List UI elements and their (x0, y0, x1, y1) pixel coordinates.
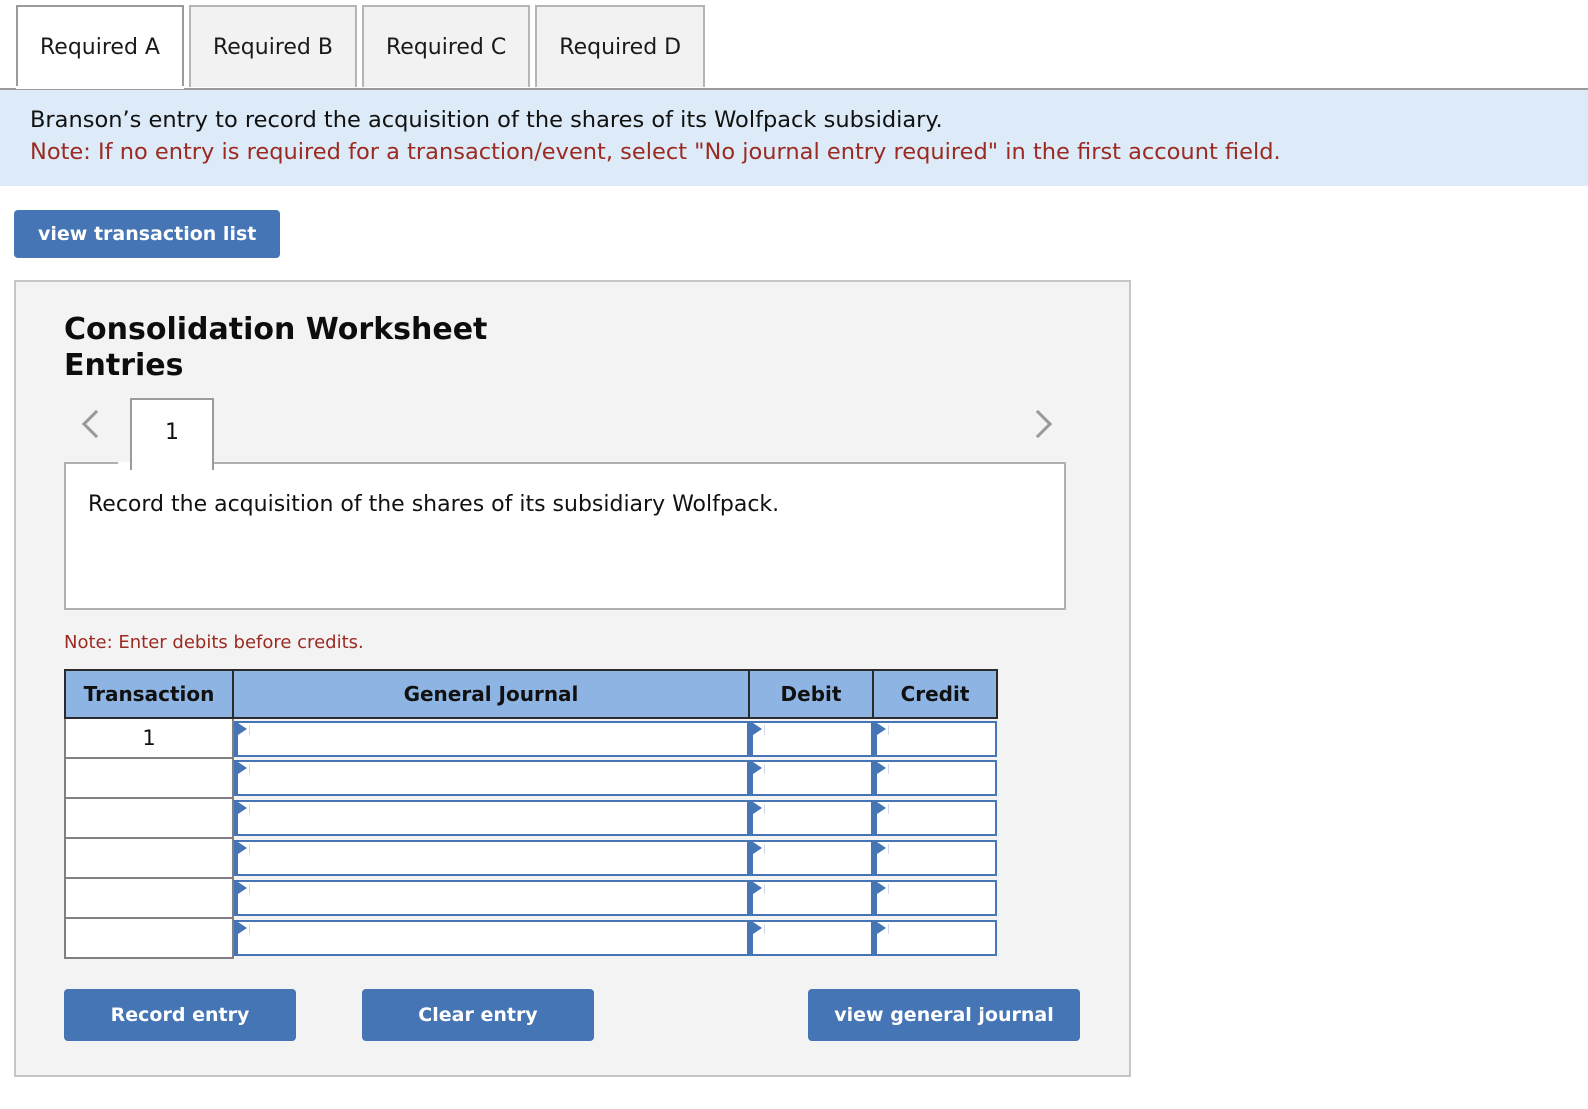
clear-entry-button[interactable]: Clear entry (362, 989, 594, 1041)
toolbar: view transaction list (0, 186, 1588, 258)
column-header-general-journal: General Journal (232, 669, 750, 719)
table-row (64, 757, 997, 799)
cell-general-journal-4[interactable] (233, 838, 749, 878)
cell-transaction-4 (64, 837, 234, 879)
entry-page-tab-1[interactable]: 1 (130, 398, 214, 470)
cell-transaction-6 (64, 917, 234, 959)
cell-debit-5[interactable] (749, 878, 873, 918)
instruction-banner: Branson’s entry to record the acquisitio… (0, 90, 1588, 186)
chevron-right-icon (1023, 409, 1053, 439)
column-header-debit: Debit (748, 669, 874, 719)
view-general-journal-button[interactable]: view general journal (808, 989, 1080, 1041)
account-select-1[interactable] (234, 720, 749, 757)
consolidation-worksheet-panel: Consolidation Worksheet Entries 1 Record… (14, 280, 1131, 1077)
cell-credit-1[interactable] (873, 718, 997, 758)
table-row (64, 877, 997, 919)
table-row (64, 917, 997, 959)
debit-input-3[interactable] (749, 800, 873, 836)
account-select-5[interactable] (234, 880, 749, 916)
cell-debit-3[interactable] (749, 798, 873, 838)
table-header-row: Transaction General Journal Debit Credit (64, 669, 998, 719)
debit-input-1[interactable] (749, 720, 873, 757)
tab-required-a-label: Required A (40, 35, 160, 60)
tab-required-c[interactable]: Required C (361, 5, 531, 87)
column-header-transaction: Transaction (64, 669, 234, 719)
cell-debit-6[interactable] (749, 918, 873, 958)
credit-input-3[interactable] (873, 800, 997, 836)
cell-transaction-3 (64, 797, 234, 839)
pager-next-button[interactable] (1018, 402, 1058, 454)
column-header-credit: Credit (872, 669, 998, 719)
cell-debit-1[interactable] (749, 718, 873, 758)
debit-input-4[interactable] (749, 840, 873, 876)
debit-input-2[interactable] (749, 760, 873, 796)
tab-required-c-label: Required C (385, 35, 507, 60)
worksheet-action-buttons: Record entry Clear entry view general jo… (64, 989, 1084, 1041)
entry-description-box: Record the acquisition of the shares of … (64, 462, 1066, 610)
cell-debit-4[interactable] (749, 838, 873, 878)
account-select-3[interactable] (234, 800, 749, 836)
tab-required-d[interactable]: Required D (535, 5, 706, 87)
cell-general-journal-2[interactable] (233, 758, 749, 798)
cell-transaction-1: 1 (64, 717, 234, 759)
entry-page-tab-1-label: 1 (165, 420, 179, 445)
instruction-note: Note: If no entry is required for a tran… (30, 139, 1281, 165)
table-row: 1 (64, 717, 997, 759)
pager-prev-button[interactable] (76, 402, 116, 454)
cell-transaction-2 (64, 757, 234, 799)
tab-required-a[interactable]: Required A (15, 5, 184, 89)
entry-pager: 1 (64, 392, 1066, 470)
account-select-4[interactable] (234, 840, 749, 876)
cell-credit-2[interactable] (873, 758, 997, 798)
panel-title: Consolidation Worksheet Entries (64, 312, 488, 383)
tab-required-b-label: Required B (212, 35, 333, 60)
credit-input-1[interactable] (873, 720, 997, 757)
credit-input-4[interactable] (873, 840, 997, 876)
credit-input-2[interactable] (873, 760, 997, 796)
tab-required-b[interactable]: Required B (188, 5, 357, 87)
entry-description-text: Record the acquisition of the shares of … (88, 492, 780, 517)
table-row (64, 837, 997, 879)
general-journal-table: Transaction General Journal Debit Credit… (64, 669, 998, 959)
cell-general-journal-3[interactable] (233, 798, 749, 838)
cell-debit-2[interactable] (749, 758, 873, 798)
view-transaction-list-button[interactable]: view transaction list (14, 210, 281, 258)
tab-required-d-label: Required D (559, 35, 682, 60)
debits-before-credits-note: Note: Enter debits before credits. (64, 632, 364, 653)
credit-input-5[interactable] (873, 880, 997, 916)
account-select-6[interactable] (234, 920, 749, 956)
account-select-2[interactable] (234, 760, 749, 796)
table-row (64, 797, 997, 839)
required-tab-strip: Required A Required B Required C Require… (0, 0, 1588, 90)
cell-credit-3[interactable] (873, 798, 997, 838)
cell-credit-6[interactable] (873, 918, 997, 958)
cell-credit-5[interactable] (873, 878, 997, 918)
debit-input-6[interactable] (749, 920, 873, 956)
credit-input-6[interactable] (873, 920, 997, 956)
cell-general-journal-5[interactable] (233, 878, 749, 918)
cell-general-journal-1[interactable] (233, 718, 749, 758)
cell-general-journal-6[interactable] (233, 918, 749, 958)
chevron-left-icon (81, 409, 111, 439)
debit-input-5[interactable] (749, 880, 873, 916)
instruction-prompt: Branson’s entry to record the acquisitio… (30, 107, 943, 133)
cell-transaction-5 (64, 877, 234, 919)
cell-credit-4[interactable] (873, 838, 997, 878)
record-entry-button[interactable]: Record entry (64, 989, 296, 1041)
